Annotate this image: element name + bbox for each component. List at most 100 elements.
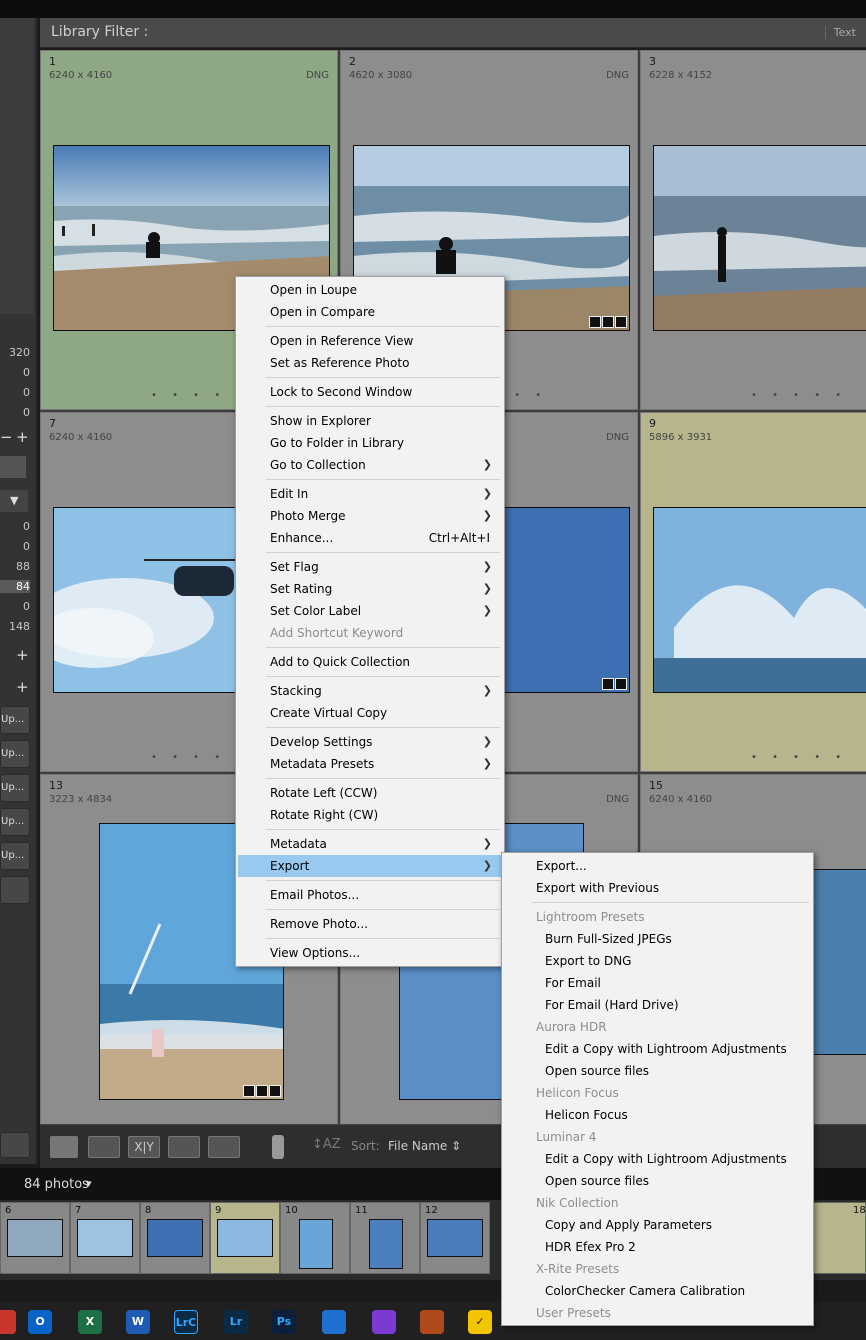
submenu-item-for-email-hard-drive[interactable]: For Email (Hard Drive)	[504, 994, 679, 1016]
search-field[interactable]	[0, 456, 26, 478]
import-button[interactable]	[0, 1132, 30, 1158]
dropdown-arrow-icon[interactable]: ▼	[0, 490, 28, 512]
menu-item-set-color-label[interactable]: Set Color Label ❯	[238, 600, 502, 622]
filmstrip-item[interactable]: 18	[810, 1202, 866, 1274]
menu-item-stacking[interactable]: Stacking ❯	[238, 680, 502, 702]
rating-dots[interactable]: • • • • •	[751, 752, 847, 763]
thumbnail-surfer-standing[interactable]	[653, 145, 866, 331]
submenu-item-luminar-edit-copy[interactable]: Edit a Copy with Lightroom Adjustments	[504, 1148, 787, 1170]
menu-item-add-to-quick-collection[interactable]: Add to Quick Collection	[238, 651, 502, 673]
menu-item-set-flag[interactable]: Set Flag ❯	[238, 556, 502, 578]
menu-item-open-in-compare[interactable]: Open in Compare	[238, 301, 502, 323]
people-view-icon[interactable]	[208, 1136, 240, 1158]
loupe-view-icon[interactable]	[88, 1136, 120, 1158]
menu-item-go-to-folder[interactable]: Go to Folder in Library	[238, 432, 502, 454]
menu-item-open-in-loupe[interactable]: Open in Loupe	[238, 279, 502, 301]
submenu-item-aurora-open-source[interactable]: Open source files	[504, 1060, 649, 1082]
layers-app-icon[interactable]	[322, 1310, 346, 1334]
submenu-item-export-with-previous[interactable]: Export with Previous	[504, 877, 659, 899]
submenu-item-export-to-dng[interactable]: Export to DNG	[504, 950, 631, 972]
panel-button[interactable]	[0, 876, 30, 904]
count-value: 0	[23, 520, 30, 533]
submenu-item-hdr-efex-pro-2[interactable]: HDR Efex Pro 2	[504, 1236, 636, 1258]
filmstrip-item[interactable]: 11	[350, 1202, 420, 1274]
grid-cell[interactable]: 3 6228 x 4152 • • • • •	[640, 50, 866, 410]
publish-up-button[interactable]: Up...	[0, 842, 30, 870]
menu-item-export[interactable]: Export ❯	[238, 855, 502, 877]
menu-item-label: Go to Collection	[270, 458, 366, 472]
filmstrip-item[interactable]: 8	[140, 1202, 210, 1274]
photo-count-dropdown-icon[interactable]: ▾	[86, 1177, 92, 1190]
menu-item-go-to-collection[interactable]: Go to Collection ❯	[238, 454, 502, 476]
word-icon[interactable]: W	[126, 1310, 150, 1334]
survey-view-icon[interactable]	[168, 1136, 200, 1158]
window-top-bar: 0%	[0, 0, 866, 35]
submenu-item-colorchecker-calibration[interactable]: ColorChecker Camera Calibration	[504, 1280, 745, 1302]
publish-up-button[interactable]: Up...	[0, 740, 30, 768]
filter-text-tab[interactable]: Text	[824, 26, 856, 39]
filmstrip-item[interactable]: 12	[420, 1202, 490, 1274]
spray-can-icon[interactable]	[272, 1135, 284, 1159]
menu-item-open-in-reference-view[interactable]: Open in Reference View	[238, 330, 502, 352]
submenu-item-burn-full-sized-jpegs[interactable]: Burn Full-Sized JPEGs	[504, 928, 672, 950]
norton-icon[interactable]: ✓	[468, 1310, 492, 1334]
submenu-item-for-email[interactable]: For Email	[504, 972, 601, 994]
grid-view-icon[interactable]	[50, 1136, 78, 1158]
sort-select[interactable]: File Name ⇕	[388, 1139, 461, 1153]
add-plus-icon[interactable]: +	[16, 646, 29, 664]
sort-direction-icon[interactable]: ↕AZ	[312, 1137, 341, 1152]
menu-item-lock-to-second-window[interactable]: Lock to Second Window	[238, 381, 502, 403]
submenu-item-helicon-focus[interactable]: Helicon Focus	[504, 1104, 628, 1126]
rating-dots[interactable]: • • • • •	[751, 390, 847, 401]
photo-count[interactable]: 84 photos	[24, 1177, 89, 1192]
add-plus-icon[interactable]: +	[16, 678, 29, 696]
publish-up-button[interactable]: Up...	[0, 774, 30, 802]
menu-item-set-rating[interactable]: Set Rating ❯	[238, 578, 502, 600]
compare-view-icon[interactable]: X|Y	[128, 1136, 160, 1158]
menu-item-develop-settings[interactable]: Develop Settings ❯	[238, 731, 502, 753]
menu-item-rotate-left[interactable]: Rotate Left (CCW)	[238, 782, 502, 804]
menu-item-show-in-explorer[interactable]: Show in Explorer	[238, 410, 502, 432]
photoshop-icon[interactable]: Ps	[272, 1310, 296, 1334]
menu-item-rotate-right[interactable]: Rotate Right (CW)	[238, 804, 502, 826]
stripes-app-icon[interactable]	[420, 1310, 444, 1334]
menu-separator	[266, 938, 500, 939]
publish-up-button[interactable]: Up...	[0, 808, 30, 836]
menu-item-metadata[interactable]: Metadata ❯	[238, 833, 502, 855]
submenu-item-copy-apply-parameters[interactable]: Copy and Apply Parameters	[504, 1214, 712, 1236]
menu-shortcut: Ctrl+Alt+I	[428, 531, 490, 545]
submenu-header-label: Luminar 4	[536, 1130, 597, 1144]
rating-dots[interactable]: • • • • •	[151, 752, 247, 763]
menu-item-photo-merge[interactable]: Photo Merge ❯	[238, 505, 502, 527]
excel-icon[interactable]: X	[78, 1310, 102, 1334]
outlook-icon[interactable]: O	[28, 1310, 52, 1334]
menu-item-label: View Options...	[270, 946, 361, 960]
menu-item-remove-photo[interactable]: Remove Photo...	[238, 913, 502, 935]
thumbnail-fireboat[interactable]	[653, 507, 866, 693]
filmstrip-item[interactable]: 6	[0, 1202, 70, 1274]
menu-item-create-virtual-copy[interactable]: Create Virtual Copy	[238, 702, 502, 724]
menu-item-email-photos[interactable]: Email Photos...	[238, 884, 502, 906]
publish-up-button[interactable]: Up...	[0, 706, 30, 734]
rating-dots[interactable]: • • • • •	[151, 390, 247, 401]
collapse-minus-icon[interactable]: −	[0, 428, 13, 446]
menu-item-enhance[interactable]: Enhance... Ctrl+Alt+I	[238, 527, 502, 549]
submenu-item-luminar-open-source[interactable]: Open source files	[504, 1170, 649, 1192]
filmstrip-item[interactable]: 9	[210, 1202, 280, 1274]
menu-item-metadata-presets[interactable]: Metadata Presets ❯	[238, 753, 502, 775]
menu-item-label: Email Photos...	[270, 888, 360, 902]
lightroom-classic-icon[interactable]: LrC	[174, 1310, 198, 1334]
grid-cell[interactable]: 9 5896 x 3931 • • • • •	[640, 412, 866, 772]
lightroom-icon[interactable]: Lr	[224, 1310, 248, 1334]
develop-badge-icon	[269, 1085, 281, 1097]
submenu-item-export[interactable]: Export...	[504, 855, 587, 877]
menu-item-set-as-reference-photo[interactable]: Set as Reference Photo	[238, 352, 502, 374]
submenu-item-aurora-edit-copy[interactable]: Edit a Copy with Lightroom Adjustments	[504, 1038, 787, 1060]
menu-item-view-options[interactable]: View Options...	[238, 942, 502, 964]
menu-item-edit-in[interactable]: Edit In ❯	[238, 483, 502, 505]
add-plus-icon[interactable]: +	[16, 428, 29, 446]
app-icon[interactable]	[0, 1310, 16, 1334]
filmstrip-item[interactable]: 7	[70, 1202, 140, 1274]
affinity-icon[interactable]	[372, 1310, 396, 1334]
filmstrip-item[interactable]: 10	[280, 1202, 350, 1274]
